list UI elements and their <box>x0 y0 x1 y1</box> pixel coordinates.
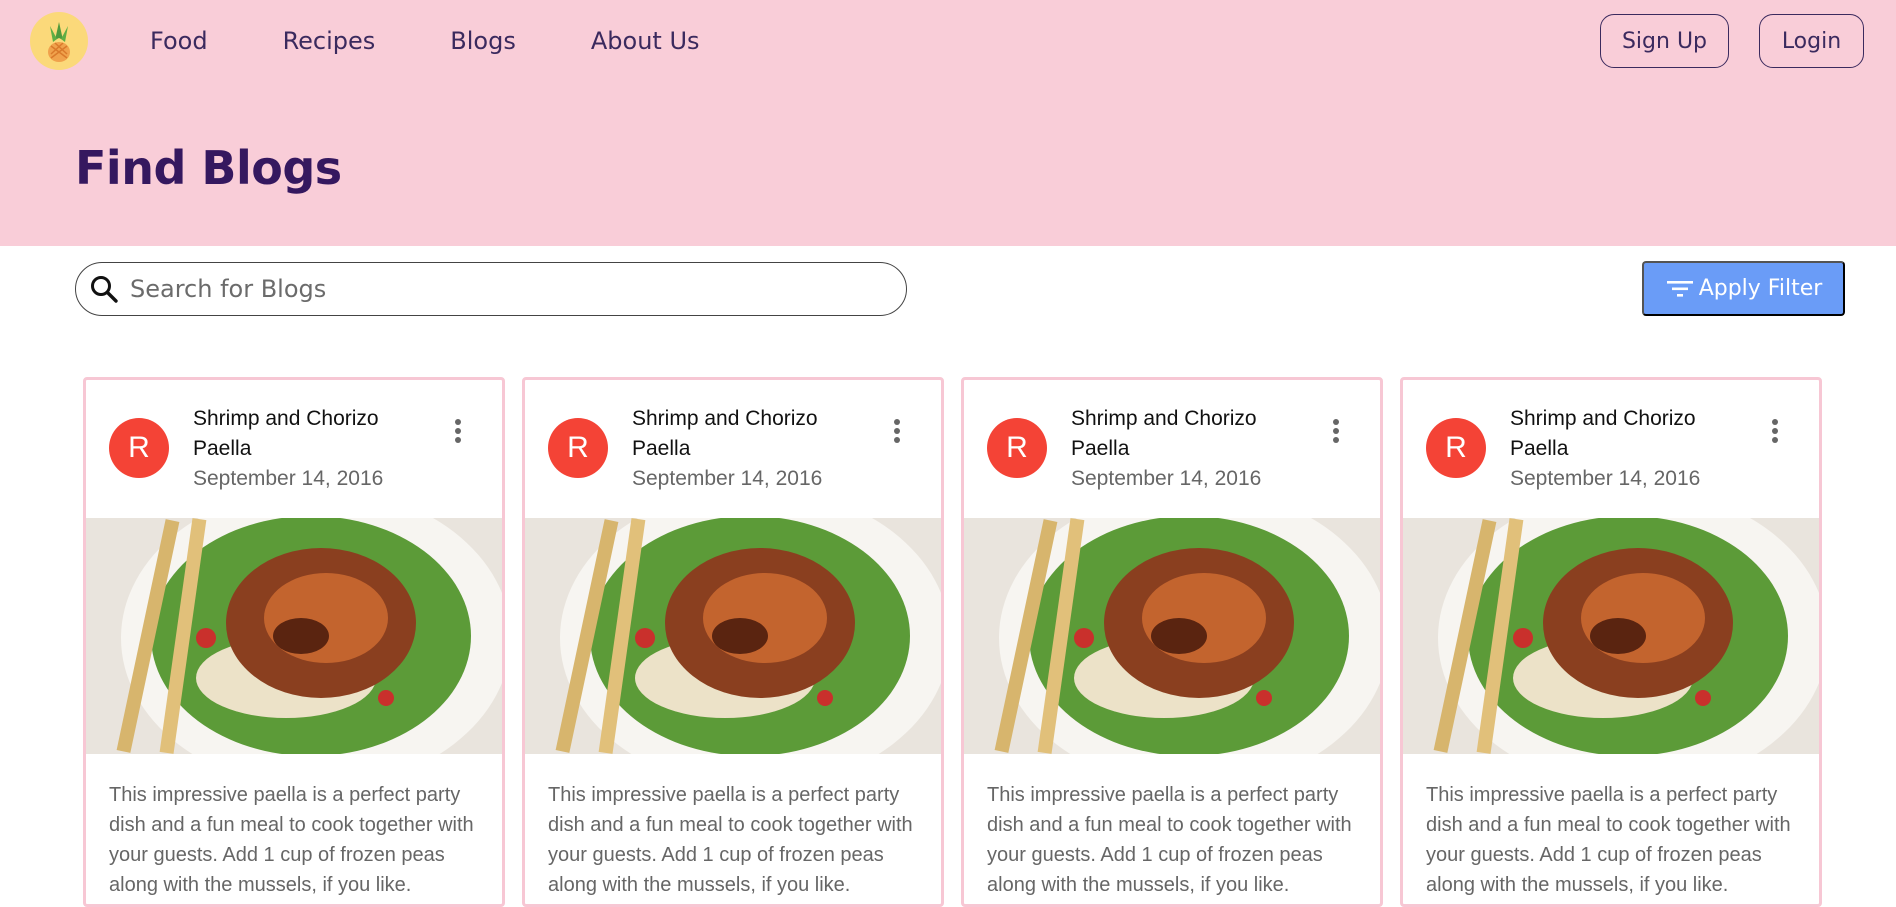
card-date: September 14, 2016 <box>1071 467 1262 490</box>
nav-link-about-us[interactable]: About Us <box>591 24 700 58</box>
avatar: R <box>548 418 608 478</box>
more-vert-icon[interactable] <box>1324 416 1348 452</box>
search-input[interactable] <box>130 275 890 303</box>
login-button[interactable]: Login <box>1759 14 1864 68</box>
blog-card[interactable]: R Shrimp and Chorizo Paella September 14… <box>961 377 1383 907</box>
food-image[interactable] <box>525 518 941 754</box>
nav-link-food[interactable]: Food <box>150 24 208 58</box>
nav-link-blogs[interactable]: Blogs <box>450 24 516 58</box>
avatar: R <box>1426 418 1486 478</box>
more-vert-icon[interactable] <box>885 416 909 452</box>
card-date: September 14, 2016 <box>193 467 384 490</box>
avatar: R <box>987 418 1047 478</box>
card-title[interactable]: Shrimp and Chorizo Paella <box>193 404 403 464</box>
more-vert-icon[interactable] <box>1763 416 1787 452</box>
food-image[interactable] <box>86 518 502 754</box>
filter-icon <box>1665 276 1695 302</box>
card-header: R Shrimp and Chorizo Paella September 14… <box>525 380 941 518</box>
main-nav: Food Recipes Blogs About Us <box>150 24 775 58</box>
card-date: September 14, 2016 <box>632 467 823 490</box>
sign-up-button[interactable]: Sign Up <box>1600 14 1729 68</box>
card-header: R Shrimp and Chorizo Paella September 14… <box>964 380 1380 518</box>
page-title: Find Blogs <box>75 141 342 195</box>
more-vert-icon[interactable] <box>446 416 470 452</box>
pineapple-logo-icon[interactable] <box>30 12 88 70</box>
card-title[interactable]: Shrimp and Chorizo Paella <box>632 404 842 464</box>
card-header: R Shrimp and Chorizo Paella September 14… <box>86 380 502 518</box>
card-excerpt: This impressive paella is a perfect part… <box>987 784 1352 896</box>
card-header: R Shrimp and Chorizo Paella September 14… <box>1403 380 1819 518</box>
card-date: September 14, 2016 <box>1510 467 1701 490</box>
avatar: R <box>109 418 169 478</box>
apply-filter-button[interactable]: Apply Filter <box>1642 261 1845 316</box>
blog-card[interactable]: R Shrimp and Chorizo Paella September 14… <box>83 377 505 907</box>
blog-card[interactable]: R Shrimp and Chorizo Paella September 14… <box>1400 377 1822 907</box>
search-bar[interactable] <box>75 262 907 316</box>
blog-card[interactable]: R Shrimp and Chorizo Paella September 14… <box>522 377 944 907</box>
card-title[interactable]: Shrimp and Chorizo Paella <box>1510 404 1720 464</box>
card-excerpt: This impressive paella is a perfect part… <box>109 784 474 896</box>
blog-card-list: R Shrimp and Chorizo Paella September 14… <box>83 377 1839 907</box>
site-header: Food Recipes Blogs About Us Sign Up Logi… <box>0 0 1896 246</box>
card-title[interactable]: Shrimp and Chorizo Paella <box>1071 404 1281 464</box>
search-icon <box>88 273 120 305</box>
food-image[interactable] <box>964 518 1380 754</box>
nav-link-recipes[interactable]: Recipes <box>283 24 376 58</box>
apply-filter-label: Apply Filter <box>1698 276 1823 301</box>
food-image[interactable] <box>1403 518 1819 754</box>
card-excerpt: This impressive paella is a perfect part… <box>1426 784 1791 896</box>
card-excerpt: This impressive paella is a perfect part… <box>548 784 913 896</box>
